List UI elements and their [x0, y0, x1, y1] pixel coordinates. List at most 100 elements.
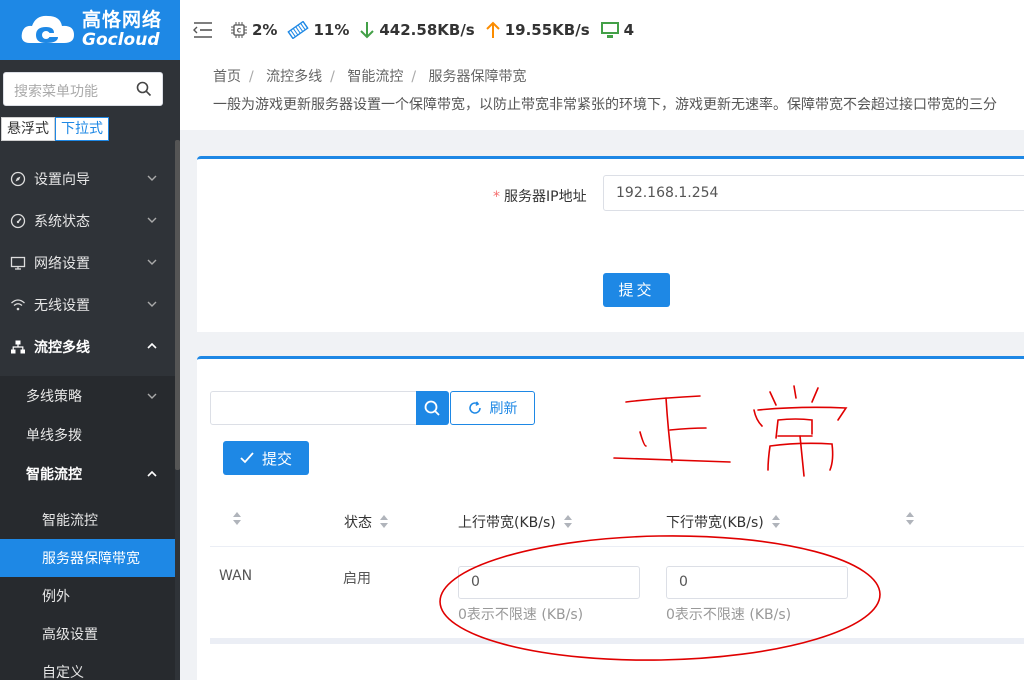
arrow-down-icon: [360, 22, 375, 39]
chevron-down-icon: [147, 393, 157, 399]
search-icon[interactable]: [136, 81, 152, 97]
sort-icon: [563, 515, 572, 529]
server-ip-input[interactable]: 192.168.1.254: [603, 175, 1024, 211]
sidebar: 高恪网络 Gocloud 搜索菜单功能 悬浮式 下拉式 设置向导 系统状态 网络…: [0, 0, 180, 680]
table-search-input[interactable]: [210, 391, 417, 425]
sidebar-item-multiline-policy[interactable]: 多线策略: [0, 376, 175, 415]
sort-icon: [771, 515, 780, 529]
chevron-down-icon: [147, 259, 157, 265]
submit-table-button[interactable]: 提交: [223, 441, 309, 475]
submit-ip-button[interactable]: 提交: [603, 273, 670, 307]
column-upload-label: 上行带宽(KB/s): [458, 515, 556, 531]
mode-dropdown-button[interactable]: 下拉式: [55, 117, 109, 141]
refresh-label: 刷新: [489, 401, 518, 417]
column-extra-sort[interactable]: [898, 512, 914, 526]
breadcrumb-traffic-control[interactable]: 流控多线: [266, 69, 322, 85]
row-status: 启用: [343, 571, 371, 587]
brand-logo[interactable]: 高恪网络 Gocloud: [0, 0, 180, 60]
bandwidth-table-card: 刷新 提交 状态 上行带宽(KB/s) 下行带宽(KB/s) WAN 启用 0 …: [197, 356, 1024, 680]
sidebar-item-label: 多线策略: [26, 388, 82, 405]
sidebar-item-smart-qos-page[interactable]: 智能流控: [0, 501, 175, 539]
table-search-button[interactable]: [416, 391, 449, 425]
memory-value: 11%: [313, 21, 350, 39]
table-row: WAN 启用 0 0表示不限速 (KB/s) 0 0表示不限速 (KB/s): [210, 548, 1024, 638]
chevron-down-icon: [147, 301, 157, 307]
memory-usage: 11%: [287, 21, 349, 39]
monitor-icon: [10, 256, 26, 270]
download-speed: 442.58KB/s: [359, 21, 475, 39]
sidebar-item-label: 服务器保障带宽: [42, 551, 140, 567]
sidebar-item-label: 自定义: [42, 665, 84, 680]
column-download[interactable]: 下行带宽(KB/s): [666, 512, 780, 532]
sidebar-item-setup-wizard[interactable]: 设置向导: [0, 158, 175, 200]
mode-floating-button[interactable]: 悬浮式: [1, 117, 55, 141]
sidebar-item-network-settings[interactable]: 网络设置: [0, 242, 175, 284]
server-ip-form-card: * 服务器IP地址 192.168.1.254 提交: [197, 156, 1024, 332]
menu-collapse-icon[interactable]: [192, 21, 214, 39]
sidebar-item-label: 智能流控: [42, 513, 98, 529]
menu-search-input[interactable]: 搜索菜单功能: [3, 72, 163, 106]
menu-mode-switch: 悬浮式 下拉式: [1, 117, 109, 141]
upload-hint: 0表示不限速 (KB/s): [458, 607, 584, 623]
sidebar-item-smart-qos[interactable]: 智能流控: [0, 454, 175, 493]
sort-icon: [906, 512, 914, 526]
upload-value: 19.55KB/s: [504, 21, 590, 39]
server-ip-label: * 服务器IP地址: [493, 189, 587, 205]
submit-table-label: 提交: [261, 449, 292, 468]
arrow-up-icon: [486, 21, 500, 38]
sidebar-item-wireless-settings[interactable]: 无线设置: [0, 284, 175, 326]
cloud-logo-icon: [21, 15, 74, 43]
download-value: 442.58KB/s: [379, 21, 475, 39]
sidebar-item-advanced[interactable]: 高级设置: [0, 615, 175, 653]
column-upload[interactable]: 上行带宽(KB/s): [458, 512, 572, 532]
sort-icon: [380, 515, 388, 529]
sidebar-item-label: 例外: [42, 589, 70, 605]
sidebar-item-label: 单线多拨: [26, 427, 82, 444]
sidebar-item-single-line-dial[interactable]: 单线多拨: [0, 415, 175, 454]
sidebar-item-label: 设置向导: [34, 172, 90, 188]
download-bandwidth-input[interactable]: 0: [666, 566, 848, 599]
sidebar-item-label: 高级设置: [42, 627, 98, 643]
sidebar-item-exceptions[interactable]: 例外: [0, 577, 175, 615]
table-footer-scroll[interactable]: [210, 638, 1024, 644]
memory-icon: [287, 21, 310, 39]
chevron-down-icon: [147, 175, 157, 181]
chevron-up-icon: [147, 470, 157, 477]
upload-bandwidth-input[interactable]: 0: [458, 566, 640, 599]
top-header: C 2% 11% 442.58KB/s 19.55KB/s 4: [180, 0, 1024, 60]
sidebar-subsubmenu: 智能流控 服务器保障带宽 例外 高级设置 自定义: [0, 501, 175, 680]
refresh-button[interactable]: 刷新: [450, 391, 535, 425]
svg-text:C: C: [237, 28, 242, 35]
sidebar-item-label: 系统状态: [34, 214, 90, 230]
sidebar-submenu: 多线策略 单线多拨 智能流控 智能流控 服务器保障带宽 例外 高级设置 自定义: [0, 376, 175, 680]
brand-name-cn: 高恪网络: [82, 9, 163, 31]
required-mark: *: [493, 189, 500, 205]
sidebar-item-label: 无线设置: [34, 298, 90, 314]
column-download-label: 下行带宽(KB/s): [666, 515, 764, 531]
sidebar-item-traffic-control[interactable]: 流控多线: [0, 326, 175, 368]
clients-value: 4: [623, 21, 635, 39]
cpu-icon: C: [231, 22, 247, 38]
sort-icon: [233, 512, 241, 526]
online-clients: 4: [600, 21, 634, 39]
page-description: 一般为游戏更新服务器设置一个保障带宽，以防止带宽非常紧张的环境下，游戏更新无速率…: [213, 97, 997, 113]
brand-name-en: Gocloud: [82, 30, 160, 50]
sidebar-item-system-status[interactable]: 系统状态: [0, 200, 175, 242]
column-status[interactable]: 状态: [344, 512, 388, 532]
breadcrumb-current: 服务器保障带宽: [428, 69, 527, 85]
sidebar-item-custom[interactable]: 自定义: [0, 653, 175, 680]
network-icon: [11, 340, 25, 354]
breadcrumb-smart-qos[interactable]: 智能流控: [347, 69, 403, 85]
sidebar-item-server-bandwidth[interactable]: 服务器保障带宽: [0, 539, 175, 577]
breadcrumb: 首页 / 流控多线 / 智能流控 / 服务器保障带宽: [213, 69, 527, 85]
sidebar-scrollbar[interactable]: [175, 140, 180, 470]
table-header: 状态 上行带宽(KB/s) 下行带宽(KB/s): [210, 492, 1024, 547]
chevron-down-icon: [147, 217, 157, 223]
wifi-icon: [11, 299, 25, 311]
cpu-usage: C 2%: [230, 21, 277, 39]
column-name-sort[interactable]: [225, 512, 241, 526]
breadcrumb-home[interactable]: 首页: [213, 69, 241, 85]
cpu-value: 2%: [252, 21, 278, 39]
sidebar-item-label: 网络设置: [34, 256, 90, 272]
chevron-up-icon: [147, 342, 157, 349]
